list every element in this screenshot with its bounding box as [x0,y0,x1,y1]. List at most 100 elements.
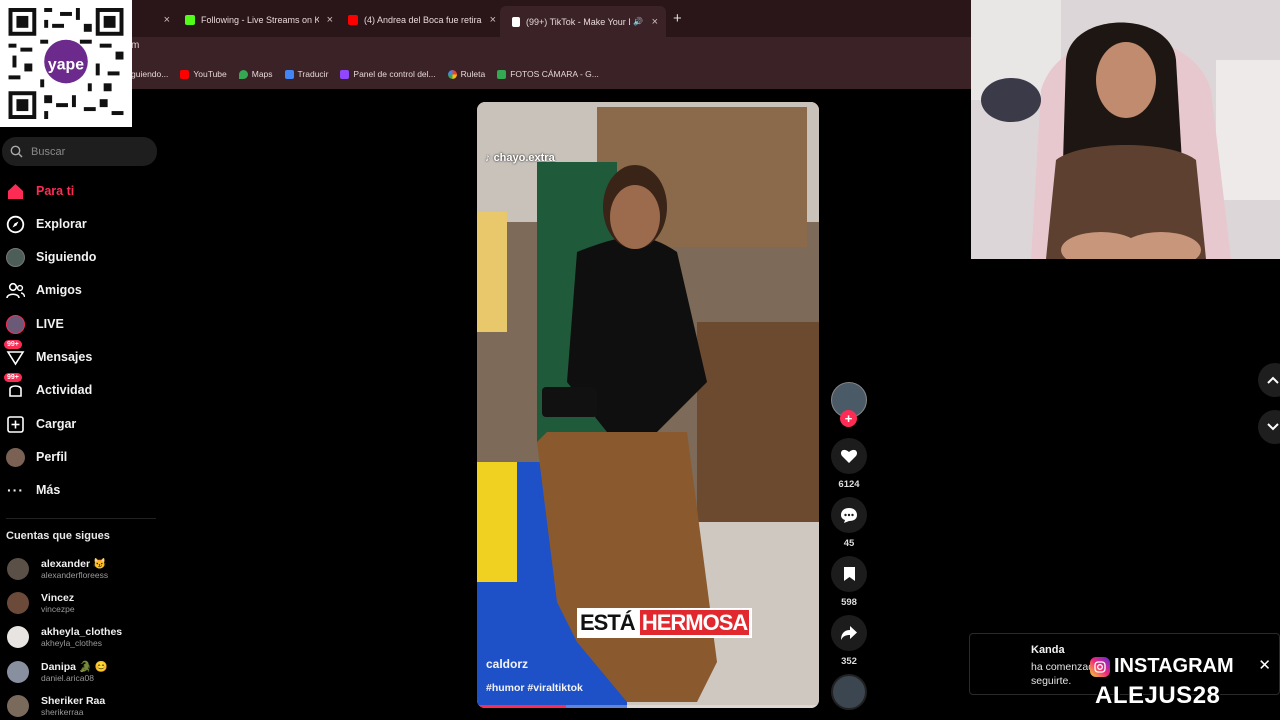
tab-title: Following - Live Streams on Kick [201,14,319,25]
comment-button[interactable] [831,497,867,533]
close-icon[interactable]: × [490,14,496,26]
nav-explorar[interactable]: Explorar [6,212,87,236]
following-account[interactable]: Danipa 🐊 😊 daniel.arica08 [7,657,108,687]
following-account[interactable]: Vincez vincezpe [7,588,75,618]
following-account[interactable]: akheyla_clothes akheyla_clothes [7,622,122,652]
following-avatar-icon [6,247,25,267]
avatar [7,661,29,683]
bookmark-icon [843,567,855,581]
comment-icon [841,507,857,523]
search-input[interactable] [31,145,141,158]
instagram-handle: ALEJUS28 [1095,682,1221,709]
bookmark-siguiendo[interactable]: guiendo... [131,67,168,81]
share-arrow-icon [841,626,857,640]
chevron-up-icon [1267,376,1279,384]
nav-siguiendo[interactable]: Siguiendo [6,245,96,269]
close-icon[interactable]: × [327,14,333,26]
account-name: Danipa 🐊 😊 [41,660,108,673]
messages-badge: 99+ [4,339,22,349]
notification-line: ha comenzado a [1031,661,1091,673]
bookmark-ruleta[interactable]: Ruleta [447,67,485,81]
bookmark-fotos-camara[interactable]: FOTOS CÁMARA - G... [497,67,599,81]
nav-label: Siguiendo [36,250,97,264]
nav-amigos[interactable]: Amigos [6,278,82,302]
tiktok-favicon-icon [512,16,520,27]
nav-label: Para ti [36,184,75,198]
nav-label: Amigos [36,283,82,297]
heart-icon [840,449,858,463]
notification-user: Kanda [1031,644,1065,656]
tab-tiktok[interactable]: (99+) TikTok - Make Your Day 🔊 × [500,6,666,37]
nav-live[interactable]: LIVE [6,312,64,336]
like-count: 6124 [838,479,860,490]
new-tab-button[interactable]: + [673,10,682,27]
nav-actividad[interactable]: 99+ Actividad [4,372,93,402]
tab-previous-close[interactable]: × [140,8,170,31]
bookmark-maps[interactable]: Maps [238,67,273,81]
next-video-button[interactable] [1258,410,1280,444]
tab-youtube[interactable]: (4) Andrea del Boca fue retirada × [348,8,496,31]
video-author[interactable]: caldorz [486,657,528,671]
avatar [7,558,29,580]
sheets-icon [497,69,507,79]
nav-perfil[interactable]: Perfil [6,445,67,469]
save-button[interactable] [831,556,867,592]
activity-badge: 99+ [4,372,22,382]
following-account[interactable]: Sheriker Raa sherikerraa [7,691,105,720]
nav-para-ti[interactable]: Para ti [6,179,74,203]
nav-label: Actividad [36,383,93,397]
home-icon [6,182,25,201]
video-hashtags[interactable]: #humor #viraltiktok [486,682,583,694]
instagram-line: INSTAGRAM [1090,655,1234,678]
notification-message: ha comenzado a seguirte. [1031,660,1091,688]
following-account[interactable]: alexander 😼 alexanderfloreess [7,554,108,584]
tab-kick[interactable]: Following - Live Streams on Kick × [185,8,333,31]
like-button[interactable] [831,438,867,474]
nav-cargar[interactable]: Cargar [6,412,76,436]
nav-label: LIVE [36,317,64,331]
webcam-feed [971,0,1280,259]
caption-text: ESTÁ [580,610,636,635]
video-player[interactable]: ♪ chayo.extra ESTÁ HERMOSA caldorz #humo… [477,102,819,708]
follow-button[interactable]: + [840,410,857,427]
search-icon [10,145,23,158]
avatar [7,695,29,717]
close-notification-button[interactable]: ✕ [1258,656,1271,674]
avatar [7,626,29,648]
nav-mensajes[interactable]: 99+ Mensajes [4,339,92,369]
profile-avatar-icon [6,447,25,467]
nav-mas[interactable]: ··· Más [6,478,60,502]
video-progress-bar[interactable] [477,705,819,708]
nav-label: Cargar [36,417,77,431]
music-disc-icon[interactable] [831,674,867,710]
tab-title: (99+) TikTok - Make Your Day [526,16,630,27]
account-handle: alexanderfloreess [41,569,109,580]
video-watermark: ♪ chayo.extra [485,152,555,164]
bookmark-traducir[interactable]: Traducir [284,67,328,81]
chevron-down-icon [1267,423,1279,431]
account-name: alexander 😼 [41,557,107,570]
tab-title: (4) Andrea del Boca fue retirada [364,14,482,25]
account-handle: vincezpe [41,603,75,614]
speaker-icon[interactable]: 🔊 [633,17,643,26]
comment-count: 45 [843,538,855,549]
previous-video-button[interactable] [1258,363,1280,397]
close-icon[interactable]: × [652,16,658,28]
friends-icon [6,281,25,300]
search-box[interactable] [2,137,157,166]
close-icon[interactable]: × [164,14,170,26]
notification-line: seguirte. [1031,675,1072,687]
nav-label: Explorar [36,217,87,231]
browser-chrome: × Following - Live Streams on Kick × (4)… [0,0,972,89]
bookmark-youtube[interactable]: YouTube [180,67,227,81]
activity-icon: 99+ [4,372,25,400]
share-button[interactable] [831,615,867,651]
avatar [7,592,29,614]
translate-icon [284,69,294,79]
youtube-icon [180,69,190,79]
bookmark-panel-control[interactable]: Panel de control del... [340,67,436,81]
address-bar[interactable]: m [131,40,139,51]
account-handle: daniel.arica08 [41,672,94,683]
instagram-overlay: INSTAGRAM ALEJUS28 [1090,655,1250,715]
yape-qr-code: yape [0,0,132,127]
